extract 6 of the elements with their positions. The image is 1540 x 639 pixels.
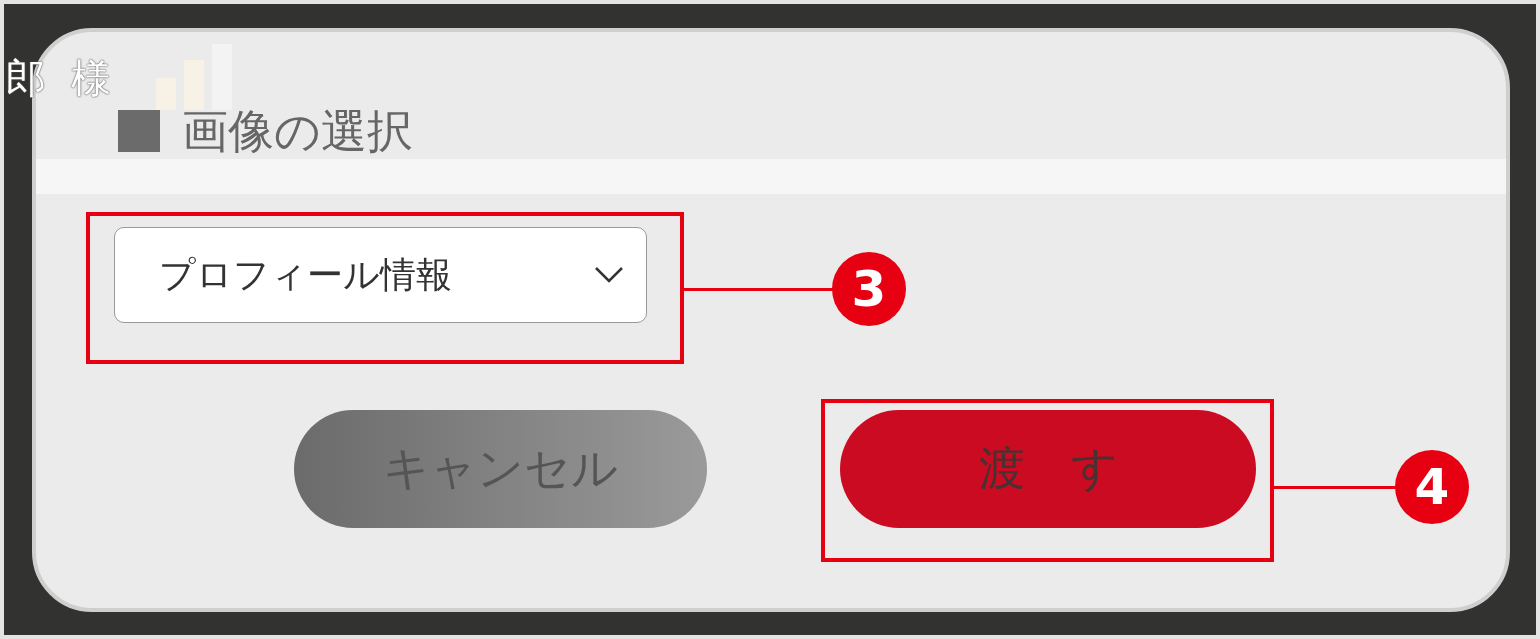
chevron-down-icon — [594, 266, 624, 284]
pass-button[interactable]: 渡 す — [840, 410, 1256, 528]
signal-icon — [155, 44, 234, 110]
dropdown[interactable]: プロフィール情報 — [114, 227, 647, 323]
square-icon — [118, 110, 160, 152]
dialog-title: 画像の選択 — [182, 108, 413, 154]
